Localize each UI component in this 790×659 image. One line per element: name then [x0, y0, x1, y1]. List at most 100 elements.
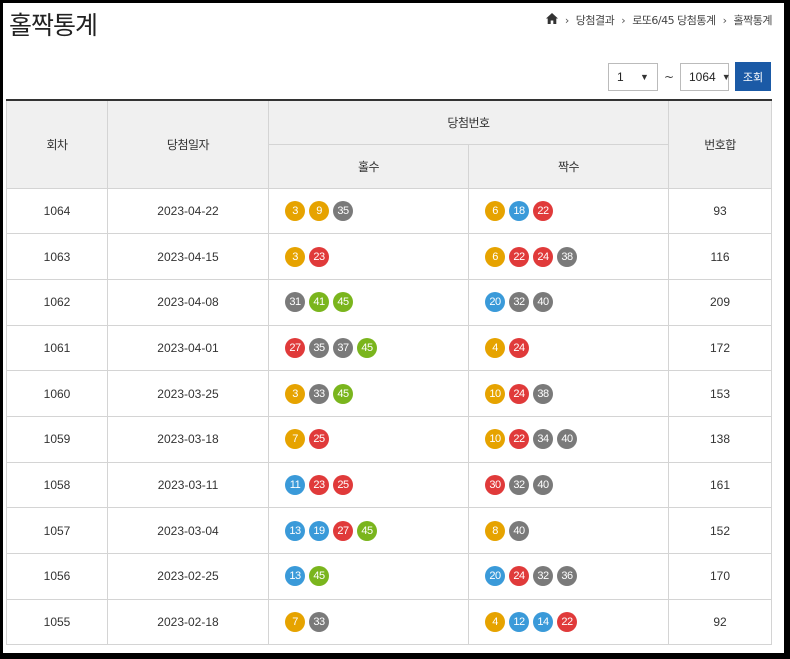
odd-numbers-cell: 13 19 27 45: [268, 507, 469, 554]
round-cell: 1059: [6, 415, 108, 463]
header-odd: 홀수: [268, 143, 469, 189]
lotto-ball: 32: [533, 566, 553, 587]
odd-numbers-cell: 7 25: [268, 415, 469, 463]
breadcrumb-item[interactable]: 로또6/45 당첨통계: [632, 12, 716, 28]
date-cell: 2023-02-25: [107, 553, 269, 600]
table-row: 1059 2023-03-18 7 25 10 22 34 40 138: [6, 415, 773, 463]
breadcrumb-item-current: 홀짝통계: [733, 14, 773, 27]
date-cell: 2023-03-18: [107, 415, 269, 463]
lotto-ball: 24: [509, 383, 529, 404]
lotto-ball: 27: [285, 337, 305, 358]
to-round-value: 1064: [689, 69, 716, 84]
even-numbers-cell: 20 32 40: [467, 278, 670, 326]
sum-cell: 152: [668, 507, 773, 554]
lotto-ball: 3: [285, 246, 305, 267]
lotto-ball: 45: [357, 337, 377, 358]
chevron-right-icon: ›: [564, 13, 569, 27]
page-title: 홀짝통계: [9, 11, 98, 40]
lotto-ball: 14: [533, 612, 553, 633]
lotto-ball: 25: [333, 474, 353, 495]
lotto-ball: 19: [309, 520, 329, 541]
lotto-ball: 32: [509, 292, 529, 313]
chevron-right-icon: ›: [722, 13, 727, 27]
lotto-ball: 25: [309, 429, 329, 450]
page-frame: 홀짝통계 › 당첨결과 › 로또6/45 당첨통계 › 홀짝통계 1 ▼ ~ 1…: [3, 3, 784, 653]
even-numbers-cell: 10 24 38: [467, 370, 670, 417]
lotto-ball: 27: [333, 520, 353, 541]
even-numbers-cell: 8 40: [467, 507, 670, 554]
date-cell: 2023-04-01: [107, 324, 269, 372]
date-cell: 2023-03-11: [107, 461, 269, 509]
even-numbers-cell: 4 12 14 22: [467, 598, 670, 646]
lotto-ball: 31: [285, 292, 305, 313]
lotto-ball: 24: [533, 246, 553, 267]
lotto-ball: 22: [509, 246, 529, 267]
table-row: 1057 2023-03-04 13 19 27 45 8 40 152: [6, 507, 773, 554]
date-cell: 2023-04-22: [107, 187, 269, 235]
lotto-ball: 45: [357, 520, 377, 541]
table-row: 1064 2023-04-22 3 9 35 6 18 22 93: [6, 187, 773, 235]
home-icon[interactable]: [545, 13, 558, 27]
odd-numbers-cell: 3 9 35: [268, 187, 469, 235]
sum-cell: 93: [668, 187, 773, 235]
lotto-ball: 37: [333, 337, 353, 358]
from-round-value: 1: [616, 69, 624, 84]
chevron-right-icon: ›: [621, 13, 626, 27]
even-numbers-cell: 6 18 22: [467, 187, 670, 235]
caret-down-icon: ▼: [721, 71, 731, 82]
odd-numbers-cell: 7 33: [268, 598, 469, 646]
lotto-ball: 4: [485, 612, 505, 633]
caret-down-icon: ▼: [640, 71, 649, 82]
breadcrumb-item[interactable]: 당첨결과: [576, 12, 615, 28]
lotto-ball: 13: [285, 520, 305, 541]
round-cell: 1062: [6, 278, 108, 326]
date-cell: 2023-03-04: [107, 507, 269, 554]
table-row: 1063 2023-04-15 3 23 6 22 24 38 116: [6, 233, 773, 280]
lotto-ball: 10: [485, 429, 505, 450]
sum-cell: 116: [668, 233, 773, 280]
odd-numbers-cell: 11 23 25: [268, 461, 469, 509]
lotto-ball: 23: [309, 246, 329, 267]
odd-even-table: 회차 당첨일자 당첨번호 번호합 홀수 짝수 1064 2023-04-22 3 9 3…: [6, 99, 773, 646]
sum-cell: 209: [668, 278, 773, 326]
even-numbers-cell: 30 32 40: [467, 461, 670, 509]
to-round-select[interactable]: 1064 ▼: [680, 62, 731, 91]
from-round-select[interactable]: 1 ▼: [607, 62, 658, 91]
date-cell: 2023-04-08: [107, 278, 269, 326]
lotto-ball: 20: [485, 292, 505, 313]
lotto-ball: 6: [485, 200, 505, 221]
lotto-ball: 6: [485, 246, 505, 267]
lotto-ball: 22: [557, 612, 577, 633]
table-row: 1058 2023-03-11 11 23 25 30 32 40 161: [6, 461, 773, 509]
breadcrumb: › 당첨결과 › 로또6/45 당첨통계 › 홀짝통계: [545, 12, 773, 28]
lotto-ball: 13: [285, 566, 305, 587]
lotto-ball: 33: [309, 383, 329, 404]
date-cell: 2023-02-18: [107, 598, 269, 646]
lotto-ball: 8: [485, 520, 505, 541]
table-row: 1061 2023-04-01 27 35 37 45 4 24 172: [6, 324, 773, 372]
odd-numbers-cell: 27 35 37 45: [268, 324, 469, 372]
lotto-ball: 10: [485, 383, 505, 404]
round-cell: 1061: [6, 324, 108, 372]
round-cell: 1060: [6, 370, 108, 417]
round-cell: 1055: [6, 598, 108, 646]
lotto-ball: 35: [333, 200, 353, 221]
range-separator: ~: [663, 69, 674, 84]
lotto-ball: 32: [509, 474, 529, 495]
lotto-ball: 38: [533, 383, 553, 404]
lotto-ball: 12: [509, 612, 529, 633]
sum-cell: 161: [668, 461, 773, 509]
sum-cell: 138: [668, 415, 773, 463]
lotto-ball: 9: [309, 200, 329, 221]
search-button[interactable]: 조회: [735, 62, 771, 91]
lotto-ball: 22: [533, 200, 553, 221]
odd-numbers-cell: 3 33 45: [268, 370, 469, 417]
round-cell: 1057: [6, 507, 108, 554]
round-cell: 1058: [6, 461, 108, 509]
lotto-ball: 45: [333, 292, 353, 313]
lotto-ball: 24: [509, 566, 529, 587]
lotto-ball: 36: [557, 566, 577, 587]
lotto-ball: 45: [333, 383, 353, 404]
lotto-ball: 35: [309, 337, 329, 358]
header-numbers: 당첨번호: [267, 99, 670, 145]
